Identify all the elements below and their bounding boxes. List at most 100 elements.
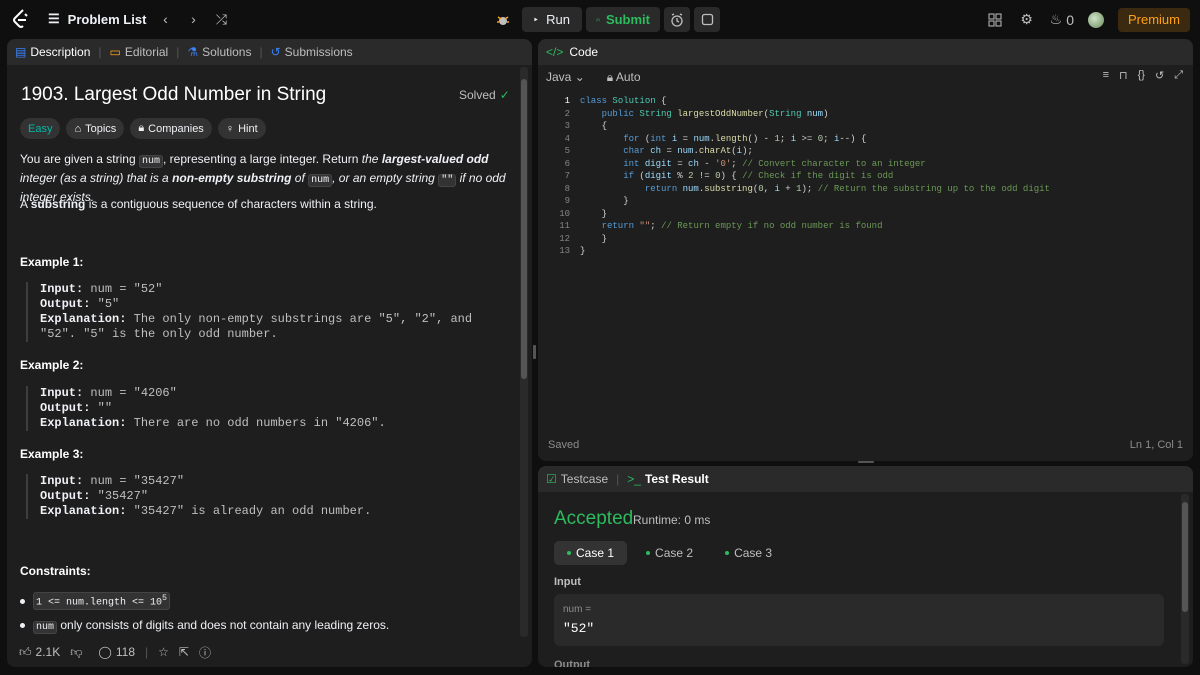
top-bar-left: ☰ Problem List ‹ › ⤮ <box>10 0 230 38</box>
code-line: return ""; // Return empty if no odd num… <box>601 221 883 231</box>
explanation-label: Explanation: <box>40 312 127 326</box>
run-button[interactable]: Run <box>522 7 582 32</box>
thumbs-up-icon: 👍︎ <box>19 644 32 659</box>
layout-grid-icon[interactable] <box>986 9 1004 31</box>
line-number-gutter: 1 2 3 4 5 6 7 8 9 10 11 12 13 <box>538 95 570 258</box>
star-icon[interactable]: ☆ <box>158 645 169 659</box>
example-input: num = "4206" <box>90 386 177 400</box>
problem-title[interactable]: 1903. Largest Odd Number in String <box>21 84 326 106</box>
tab-testcase[interactable]: ☑ Testcase <box>546 472 608 486</box>
line-number: 3 <box>564 121 570 131</box>
test-result-panel: ☑ Testcase | >_ Test Result Accepted Run… <box>538 466 1193 667</box>
example-output: "" <box>97 401 113 415</box>
reset-icon[interactable]: ↺ <box>1155 69 1164 82</box>
line-number: 6 <box>564 158 570 169</box>
tab-description[interactable]: ▤ Description <box>15 45 90 59</box>
shuffle-icon[interactable]: ⤮ <box>212 8 230 30</box>
line-number: 10 <box>559 208 570 219</box>
input-label: Input: <box>40 386 84 400</box>
tab-submissions[interactable]: ↺ Submissions <box>271 45 353 59</box>
mode-label: Auto <box>615 69 641 84</box>
description-scrollbar[interactable] <box>520 67 528 637</box>
code-icon: </> <box>546 45 564 59</box>
tab-test-result[interactable]: >_ Test Result <box>627 472 708 486</box>
problem-list-button[interactable]: ☰ Problem List <box>48 11 146 27</box>
desc-text: is a contiguous sequence of characters w… <box>88 197 377 211</box>
example-output: "5" <box>97 297 120 311</box>
topics-chip[interactable]: ⌂ Topics <box>66 118 125 139</box>
case-tab[interactable]: Case 3 <box>712 541 785 565</box>
result-scrollbar[interactable] <box>1181 494 1189 664</box>
prev-problem-icon[interactable]: ‹ <box>156 8 174 30</box>
like-count: 2.1K <box>35 645 61 659</box>
tab-solutions[interactable]: ⚗ Solutions <box>187 45 251 59</box>
debug-icon[interactable] <box>488 7 518 32</box>
like-button[interactable]: 👍︎ 2.1K <box>19 645 60 660</box>
tab-divider: | <box>98 45 102 59</box>
code-line: if (digit % 2 != 0) { // Check if the di… <box>623 171 894 181</box>
pass-dot <box>646 551 651 555</box>
code-line: char ch = num.charAt(i); <box>623 146 753 156</box>
constraint-text: only consists of digits and does not con… <box>60 617 390 632</box>
document-icon: ▤ <box>15 45 27 59</box>
code-line: } <box>580 208 608 219</box>
format-icon[interactable]: ≡ <box>1103 69 1109 82</box>
bookmark-icon[interactable]: ⊓ <box>1119 69 1128 82</box>
language-select[interactable]: Java ⌄ <box>546 70 585 84</box>
case-tab[interactable]: Case 2 <box>633 541 706 565</box>
list-item: num only consists of digits and does not… <box>20 613 389 637</box>
streak-counter[interactable]: ♨ 0 <box>1050 9 1074 31</box>
comments-button[interactable]: ◯ 118 <box>98 645 135 659</box>
output-section-label: Output <box>554 659 591 667</box>
fullscreen-icon[interactable]: ⤢ <box>1174 69 1183 82</box>
line-number: 8 <box>564 183 570 194</box>
help-icon[interactable]: ⓘ <box>199 644 211 661</box>
tab-divider: | <box>616 472 620 486</box>
top-bar: ☰ Problem List ‹ › ⤮ Run Submit ⚙ ♨ 0 Pr… <box>0 0 1200 38</box>
settings-gear-icon[interactable]: ⚙ <box>1018 9 1036 31</box>
list-icon: ☰ <box>48 11 60 26</box>
code-panel-header: </> Code <box>538 39 1193 65</box>
desc-text: of <box>294 171 305 185</box>
solved-label: Solved <box>459 88 496 102</box>
topics-label: Topics <box>85 122 117 135</box>
scrollbar-thumb[interactable] <box>1182 502 1188 612</box>
next-problem-icon[interactable]: › <box>184 8 202 30</box>
language-label: Java <box>546 70 572 84</box>
problem-chips: Easy ⌂ Topics 🔒︎ Companies ♀ Hint <box>20 118 266 139</box>
variable-value: "52" <box>563 621 595 636</box>
avatar[interactable] <box>1087 11 1104 28</box>
tab-editorial-label: Editorial <box>124 45 169 59</box>
tab-divider: | <box>176 45 180 59</box>
constraints-title: Constraints: <box>20 564 91 578</box>
notes-icon[interactable] <box>694 7 720 32</box>
case-tab[interactable]: Case 1 <box>554 541 628 565</box>
example-1-title: Example 1: <box>20 255 84 269</box>
thumbs-down-icon[interactable]: 👎︎ <box>70 645 82 660</box>
panel-resize-handle[interactable] <box>858 461 874 463</box>
variable-name: num = <box>563 604 592 615</box>
vertical-resize-handle[interactable] <box>533 345 536 359</box>
hint-chip[interactable]: ♀ Hint <box>217 118 266 139</box>
companies-chip[interactable]: 🔒︎ Companies <box>130 118 212 139</box>
scrollbar-thumb[interactable] <box>521 79 527 379</box>
example-1-box: Input: num = "52" Output: "5" Explanatio… <box>26 282 506 342</box>
premium-button[interactable]: Premium <box>1117 7 1190 32</box>
code-editor[interactable]: class Solution { public String largestOd… <box>580 95 1050 258</box>
problem-list-label: Problem List <box>67 11 147 27</box>
runtime-text: Runtime: 0 ms <box>633 513 711 527</box>
output-label: Output: <box>40 401 91 415</box>
constraint-exponent: 5 <box>162 593 168 604</box>
hint-label: Hint <box>238 122 258 135</box>
share-icon[interactable]: ⇱ <box>179 645 189 659</box>
tab-editorial[interactable]: ▭ Editorial <box>110 45 169 59</box>
submit-button[interactable]: Submit <box>586 7 660 32</box>
braces-icon[interactable]: {} <box>1138 69 1145 82</box>
line-number: 1 <box>564 96 570 106</box>
code-line: { <box>580 121 608 131</box>
desc-text: A <box>20 197 28 211</box>
code-line: } <box>580 196 629 206</box>
auto-mode-toggle[interactable]: 🔒︎ Auto <box>607 70 641 85</box>
timer-icon[interactable] <box>664 7 690 32</box>
leetcode-logo-icon[interactable] <box>10 8 32 30</box>
